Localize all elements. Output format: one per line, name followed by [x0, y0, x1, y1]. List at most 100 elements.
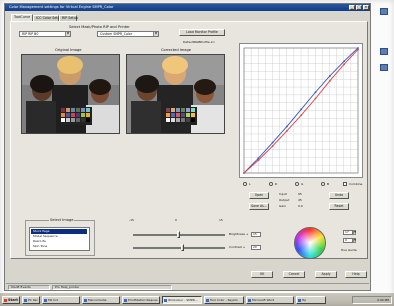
slider-scale-max: 15	[219, 218, 223, 222]
corrected-image	[126, 54, 225, 134]
curve-point[interactable]	[343, 60, 346, 63]
slider-scale-min: -15	[129, 218, 134, 222]
taskbar-item[interactable]: WinColour - SMPR...	[162, 296, 202, 304]
tone-curve-graph[interactable]	[239, 43, 363, 178]
curve-point[interactable]	[314, 91, 317, 94]
channel-radio-g[interactable]	[295, 182, 299, 186]
taskbar-item[interactable]: Tool Color - Keystn	[204, 296, 244, 304]
hue-guide-label: Hue Guide	[341, 248, 357, 252]
curve-point[interactable]	[257, 159, 260, 162]
gain-value: 0.0	[298, 204, 303, 208]
help-button[interactable]: Help	[345, 271, 367, 278]
folder-icon	[380, 8, 388, 15]
taskbar-item[interactable]: Macromedia	[82, 296, 120, 304]
chevron-down-icon[interactable]: ▼	[65, 32, 70, 36]
curve-point[interactable]	[286, 125, 288, 128]
curve-point[interactable]	[257, 157, 260, 160]
rip-select[interactable]: RIP RIP B0 ▼	[19, 31, 71, 37]
output-label: Output	[279, 198, 290, 202]
hue-field-1-spinner[interactable]: ▲	[353, 230, 356, 235]
curve-open-button[interactable]: Open	[249, 192, 269, 199]
desktop-icon-label	[377, 71, 391, 74]
system-tray: 4:30 PM	[352, 296, 392, 304]
color-management-window: Color Management settings for Virtual En…	[4, 3, 371, 291]
curve-point[interactable]	[243, 172, 245, 174]
desktop: Color Management settings for Virtual En…	[0, 0, 394, 306]
channel-label-l: L	[249, 182, 251, 186]
curve-undo-button[interactable]: Undo	[329, 192, 349, 199]
title-bar[interactable]: Color Management settings for Virtual En…	[5, 4, 370, 11]
hue-field-2[interactable]: 0	[343, 238, 353, 243]
input-label: Input	[279, 192, 287, 196]
desktop-icon-2[interactable]	[377, 48, 391, 58]
curve-point[interactable]	[300, 114, 303, 117]
desktop-icon-1[interactable]	[377, 8, 391, 18]
status-left: Ulsoft Events	[8, 285, 50, 290]
curve-point[interactable]	[357, 48, 359, 51]
rip-select-value: RIP RIP B0	[22, 32, 39, 36]
select-image-label: Select Image	[49, 218, 75, 222]
curve-point[interactable]	[286, 129, 288, 132]
slider-scale-mid: 0	[175, 218, 177, 222]
minimize-button[interactable]: _	[349, 5, 355, 10]
curve-point[interactable]	[328, 75, 331, 77]
taskbar-item[interactable]: Microsoft Word	[246, 296, 294, 304]
corrected-photo-graphic	[127, 55, 224, 133]
status-bar: Ulsoft Events Pro Help_printer	[6, 283, 369, 290]
desktop-icon-label	[377, 15, 391, 18]
curve-point[interactable]	[271, 141, 274, 144]
hue-field-2-spinner[interactable]: ▲	[353, 238, 356, 243]
taskbar-item[interactable]: Hp	[296, 296, 326, 304]
brightness-label: Brightness +	[229, 232, 249, 236]
toolcurve-panel: Select Mask/Photo RIP and Printer RIP RI…	[10, 21, 368, 259]
close-button[interactable]: ×	[363, 5, 369, 10]
ok-button[interactable]: OK	[251, 271, 273, 278]
curve-reset-button[interactable]: Reset	[329, 203, 349, 210]
channel-label-b: B	[327, 182, 330, 186]
brightness-field[interactable]: 15	[251, 232, 261, 237]
curve-point[interactable]	[314, 97, 317, 100]
channel-label-g: G	[301, 182, 304, 186]
tone-curve-chart[interactable]	[240, 44, 362, 177]
original-image-label: Original Image	[55, 48, 82, 52]
taskbar-item[interactable]: PrintStation Reques	[122, 296, 160, 304]
start-label: Start	[8, 298, 18, 302]
brightness-slider-thumb[interactable]	[177, 231, 180, 238]
curve-point[interactable]	[271, 145, 274, 147]
hue-field-1[interactable]: 17	[343, 230, 353, 235]
original-photo-graphic	[22, 55, 119, 133]
gain-label: Gain	[279, 204, 286, 208]
contrast-field[interactable]: 20	[251, 245, 261, 250]
channel-radio-r[interactable]	[269, 182, 273, 186]
color-wheel[interactable]	[294, 227, 326, 259]
combine-label: Combine	[349, 182, 363, 186]
apply-button[interactable]: Apply	[315, 271, 337, 278]
taskbar: Start PC Rel Mk Ind Macromedia PrintStat…	[0, 292, 394, 306]
cancel-button[interactable]: Cancel	[283, 271, 305, 278]
curve-point[interactable]	[328, 79, 331, 82]
contrast-slider[interactable]	[133, 247, 225, 249]
status-right: Pro Help_printer	[52, 285, 172, 290]
curve-point[interactable]	[343, 63, 346, 66]
start-button[interactable]: Start	[2, 296, 20, 304]
printer-select[interactable]: Custom SMPR_Color ▼	[97, 31, 159, 37]
curve-point[interactable]	[300, 108, 303, 111]
curve-save-as-button[interactable]: Save As...	[249, 203, 269, 210]
contrast-slider-thumb[interactable]	[181, 244, 184, 251]
chevron-down-icon[interactable]: ▼	[153, 32, 158, 36]
channel-label-r: R	[275, 182, 278, 186]
taskbar-item[interactable]: PC Rel	[22, 296, 40, 304]
load-monitor-profile-button[interactable]: Load Monitor Profile	[179, 29, 225, 36]
maximize-button[interactable]: □	[356, 5, 362, 10]
desktop-icon-3[interactable]	[377, 64, 391, 74]
channel-radio-l[interactable]	[243, 182, 247, 186]
select-image-list[interactable]: Stock Page Model Sequence Real Life Skin…	[29, 227, 90, 251]
combine-checkbox[interactable]	[343, 182, 347, 186]
input-value: 95	[298, 192, 302, 196]
taskbar-item[interactable]: Mk Ind	[42, 296, 80, 304]
list-item[interactable]: Skin Tone	[31, 244, 87, 249]
desktop-icon-label	[377, 55, 391, 58]
channel-radio-b[interactable]	[321, 182, 325, 186]
printer-select-value: Custom SMPR_Color	[100, 32, 133, 36]
tab-toolcurve[interactable]: ToolCurve	[11, 14, 33, 21]
